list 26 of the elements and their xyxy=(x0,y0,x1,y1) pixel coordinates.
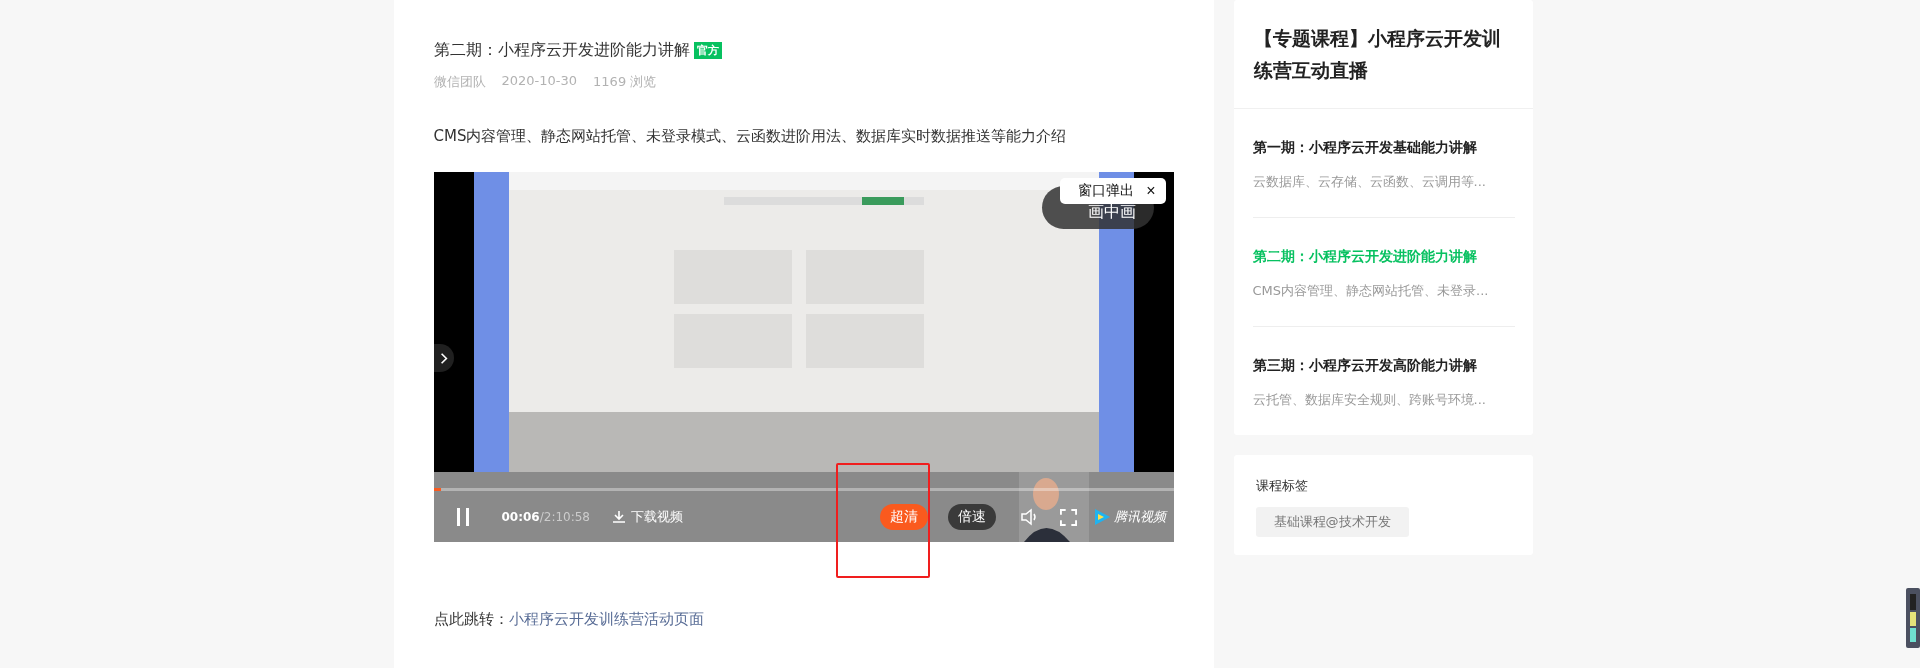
download-icon xyxy=(612,510,626,524)
total-time: /2:10:58 xyxy=(539,510,590,524)
episode-item[interactable]: 第三期：小程序云开发高阶能力讲解 云托管、数据库安全规则、跨账号环境... xyxy=(1252,327,1515,435)
play-logo-icon xyxy=(1092,508,1111,526)
pause-icon[interactable] xyxy=(455,508,470,526)
course-tag[interactable]: 基础课程@技术开发 xyxy=(1255,507,1409,537)
official-badge: 官方 xyxy=(693,42,722,59)
current-time: 00:06 xyxy=(501,510,540,524)
level-meter-drawing xyxy=(1906,588,1920,648)
course-title: 【专题课程】小程序云开发训练营互动直播 xyxy=(1233,0,1533,109)
fullscreen-icon[interactable] xyxy=(1059,508,1077,526)
author: 微信团队 xyxy=(433,73,486,91)
jump-label: 点此跳转： xyxy=(433,610,509,628)
activity-link[interactable]: 小程序云开发训练营活动页面 xyxy=(508,610,704,628)
chevron-right-icon xyxy=(439,351,448,365)
volume-icon[interactable] xyxy=(1019,508,1038,526)
progress-fill[interactable] xyxy=(433,488,441,491)
article-title: 第二期：小程序云开发进阶能力讲解 xyxy=(433,40,690,61)
speed-button[interactable]: 倍速 xyxy=(947,504,996,530)
tags-heading: 课程标签 xyxy=(1255,477,1309,495)
view-count: 1169 浏览 xyxy=(593,73,657,91)
next-arrow-button[interactable] xyxy=(433,344,454,372)
episode-item[interactable]: 第一期：小程序云开发基础能力讲解 云数据库、云存储、云函数、云调用等... xyxy=(1252,109,1515,218)
brand-name: 腾讯视频 xyxy=(1113,508,1166,526)
date: 2020-10-30 xyxy=(501,73,578,90)
article-description: CMS内容管理、静态网站托管、未登录模式、云函数进阶用法、数据库实时数据推送等能力介绍 xyxy=(433,127,1068,146)
